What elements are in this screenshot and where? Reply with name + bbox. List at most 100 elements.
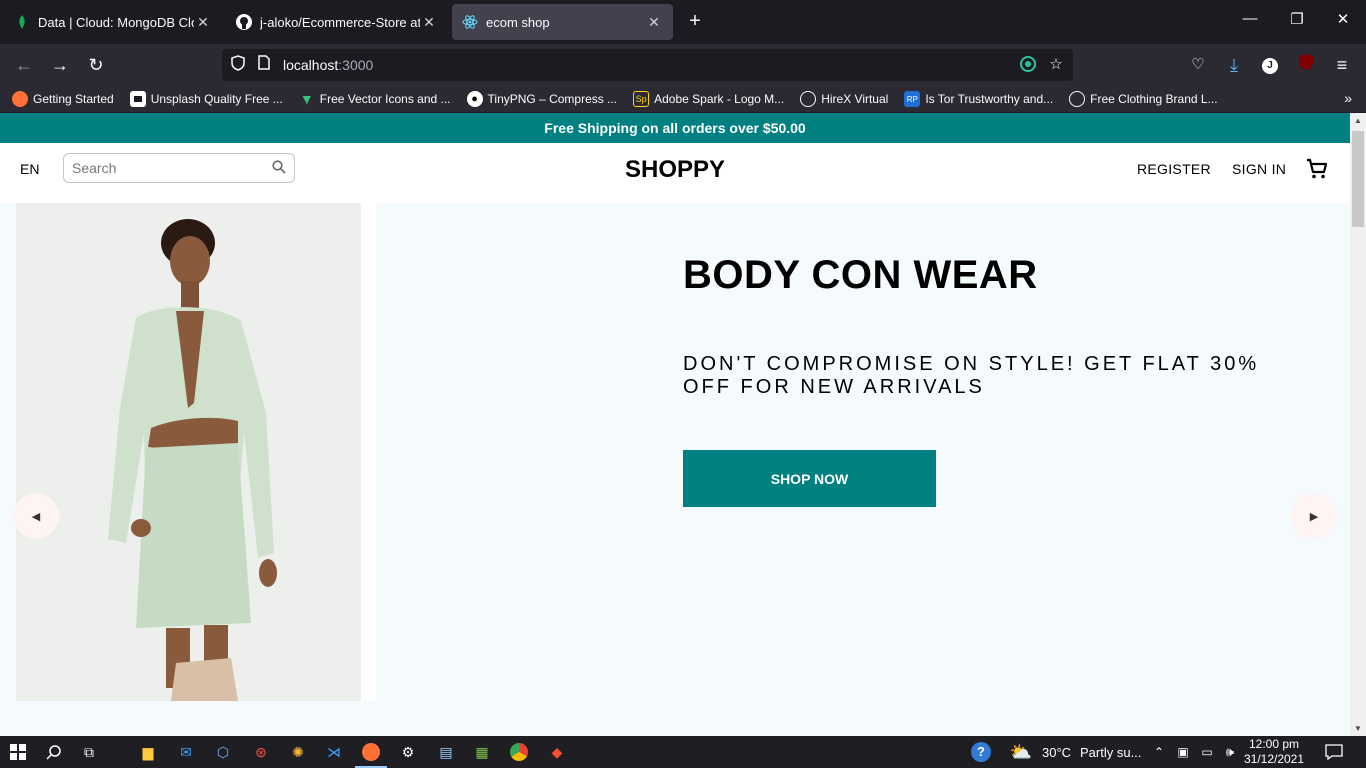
clock-date: 31/12/2021: [1243, 752, 1305, 766]
unsplash-icon: [129, 91, 146, 107]
address-bar[interactable]: localhost:3000 ☆: [222, 49, 1073, 81]
store-icon[interactable]: ▦: [470, 740, 494, 764]
account-avatar-icon[interactable]: J: [1258, 53, 1282, 77]
shop-now-button[interactable]: SHOP NOW: [683, 450, 936, 507]
pinwheel-icon[interactable]: ✺: [286, 740, 310, 764]
bookmark-label: Is Tor Trustworthy and...: [925, 92, 1054, 106]
bookmark-item[interactable]: Free Clothing Brand L...: [1069, 91, 1218, 107]
restore-icon[interactable]: ❐: [1287, 10, 1307, 28]
slide-description: DON'T COMPROMISE ON STYLE! GET FLAT 30% …: [683, 353, 1260, 398]
battery-icon[interactable]: ▭: [1195, 740, 1219, 764]
slide-model-image: [16, 203, 361, 701]
new-tab-button[interactable]: +: [684, 10, 706, 32]
file-explorer-icon[interactable]: ▆: [136, 740, 160, 764]
globe-icon: [1069, 91, 1086, 107]
sign-in-link[interactable]: SIGN IN: [1232, 161, 1286, 177]
windows-taskbar: ⧉ ▆ ✉ ⬡ ⊛ ✺ ⋊ ⚙ ▤ ▦ ◆ ? ⛅ 30°C Partly su…: [0, 736, 1366, 768]
panda-icon: ●: [466, 91, 483, 107]
bookmark-label: Adobe Spark - Logo M...: [654, 92, 785, 106]
firefox-icon[interactable]: [355, 740, 387, 768]
bookmark-item[interactable]: Sp Adobe Spark - Logo M...: [633, 91, 784, 107]
tab-github[interactable]: j-aloko/Ecommerce-Store at m ✕: [226, 4, 448, 40]
search-icon[interactable]: [42, 740, 66, 764]
bookmark-item[interactable]: HireX Virtual: [800, 91, 888, 107]
bookmarks-toolbar: Getting Started Unsplash Quality Free ..…: [0, 86, 1366, 112]
menu-icon[interactable]: ≡: [1330, 53, 1354, 77]
mongodb-leaf-icon: [14, 14, 30, 30]
bookmark-star-icon[interactable]: ☆: [1046, 55, 1066, 75]
notifications-icon[interactable]: [1322, 740, 1346, 764]
system-clock[interactable]: 12:00 pm 31/12/2021: [1240, 737, 1308, 767]
shopping-cart-icon[interactable]: [1305, 157, 1329, 181]
weather-description[interactable]: Partly su...: [1080, 745, 1141, 760]
close-icon[interactable]: ✕: [194, 14, 212, 31]
bookmark-item[interactable]: Unsplash Quality Free ...: [129, 91, 283, 107]
web-page: Free Shipping on all orders over $50.00 …: [0, 113, 1350, 736]
3d-viewer-icon[interactable]: ⬡: [211, 740, 235, 764]
adobe-spark-icon: Sp: [633, 91, 650, 107]
volume-icon[interactable]: 🕪: [1218, 740, 1242, 764]
forward-icon[interactable]: →: [48, 53, 72, 77]
bookmark-item[interactable]: RP Is Tor Trustworthy and...: [904, 91, 1053, 107]
slider-left-arrow-icon[interactable]: ◀: [13, 493, 59, 539]
bookmark-label: HireX Virtual: [821, 92, 889, 106]
tab-mongodb[interactable]: Data | Cloud: MongoDB Cloud ✕: [4, 4, 222, 40]
git-icon[interactable]: ◆: [545, 740, 569, 764]
bookmark-label: Free Vector Icons and ...: [319, 92, 451, 106]
slider-right-arrow-icon[interactable]: ▶: [1291, 493, 1337, 539]
page-icon[interactable]: [254, 55, 274, 75]
scroll-thumb[interactable]: [1352, 131, 1364, 227]
vector-icon: ▼: [299, 91, 314, 107]
globe-icon: [800, 91, 817, 107]
bookmark-item[interactable]: Getting Started: [12, 91, 114, 107]
slide-title: BODY CON WEAR: [683, 253, 1038, 297]
windows-start-icon[interactable]: [6, 740, 30, 764]
hero-slider: BODY CON WEAR DON'T COMPROMISE ON STYLE!…: [0, 203, 1350, 736]
download-icon[interactable]: ⤓: [1222, 53, 1246, 77]
weather-partly-sunny-icon[interactable]: ⛅: [1009, 740, 1033, 764]
notepad-icon[interactable]: ▤: [434, 740, 458, 764]
page-scrollbar[interactable]: ▲ ▼: [1350, 113, 1366, 736]
help-icon[interactable]: ?: [969, 740, 993, 764]
bookmark-item[interactable]: ▼ Free Vector Icons and ...: [299, 91, 451, 107]
weather-temperature[interactable]: 30°C: [1042, 745, 1071, 760]
scroll-up-icon[interactable]: ▲: [1350, 116, 1366, 125]
app-icon[interactable]: ⊛: [249, 740, 273, 764]
chrome-icon[interactable]: [507, 740, 531, 764]
window-close-icon[interactable]: ✕: [1333, 10, 1353, 28]
vscode-icon[interactable]: ⋊: [322, 740, 346, 764]
close-icon[interactable]: ✕: [420, 14, 438, 31]
firefox-icon: [12, 91, 28, 107]
announcement-bar: Free Shipping on all orders over $50.00: [0, 113, 1350, 143]
scroll-down-icon[interactable]: ▼: [1350, 724, 1366, 733]
image-edge: [361, 203, 376, 701]
reload-icon[interactable]: ↻: [84, 53, 108, 77]
bookmark-label: Free Clothing Brand L...: [1090, 92, 1218, 106]
tab-title: j-aloko/Ecommerce-Store at m: [260, 14, 420, 30]
chevron-up-icon[interactable]: ⌃: [1147, 740, 1171, 764]
bookmark-label: Unsplash Quality Free ...: [150, 92, 283, 106]
extension-ring-icon[interactable]: [1018, 55, 1038, 75]
github-icon: [236, 14, 252, 30]
bookmark-label: Getting Started: [33, 92, 114, 106]
back-icon[interactable]: ←: [12, 53, 36, 77]
mail-icon[interactable]: ✉: [174, 740, 198, 764]
meet-now-icon[interactable]: ▣: [1171, 740, 1195, 764]
close-icon[interactable]: ✕: [645, 14, 663, 31]
react-icon: [462, 14, 478, 30]
task-view-icon[interactable]: ⧉: [77, 740, 101, 764]
site-header: EN SHOPPY REGISTER SIGN IN: [0, 143, 1350, 203]
bookmark-item[interactable]: ● TinyPNG – Compress ...: [466, 91, 617, 107]
shield-icon[interactable]: [228, 55, 248, 75]
tab-title: ecom shop: [486, 14, 550, 30]
url-text[interactable]: localhost:3000: [283, 57, 373, 73]
register-link[interactable]: REGISTER: [1137, 161, 1211, 177]
ublock-icon[interactable]: [1294, 53, 1318, 77]
minimize-icon[interactable]: —: [1240, 10, 1260, 27]
navigation-toolbar: ← → ↻ localhost:3000 ☆ ♡ ⤓ J ≡: [0, 44, 1366, 86]
rp-icon: RP: [904, 91, 921, 107]
tab-ecom-shop[interactable]: ecom shop ✕: [452, 4, 673, 40]
chevron-double-right-icon[interactable]: »: [1344, 90, 1352, 106]
settings-gear-icon[interactable]: ⚙: [396, 740, 420, 764]
pocket-icon[interactable]: ♡: [1186, 53, 1210, 77]
